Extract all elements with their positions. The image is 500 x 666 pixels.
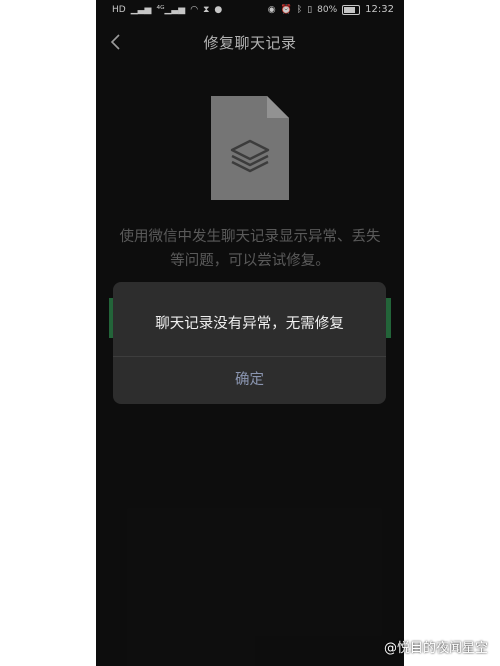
watermark: @悦目的夜闻星空 (383, 641, 488, 656)
phone-screen: HD ▁▃▅ ⁴ᴳ▁▃▅ ◠ ⧗ ● ◉ ⏰ ᛒ ▯ 80% 12:32 修复聊… (96, 0, 404, 666)
result-dialog: 聊天记录没有异常，无需修复 确定 (113, 282, 386, 404)
confirm-button[interactable]: 确定 (113, 357, 386, 404)
dialog-message: 聊天记录没有异常，无需修复 (155, 316, 344, 332)
